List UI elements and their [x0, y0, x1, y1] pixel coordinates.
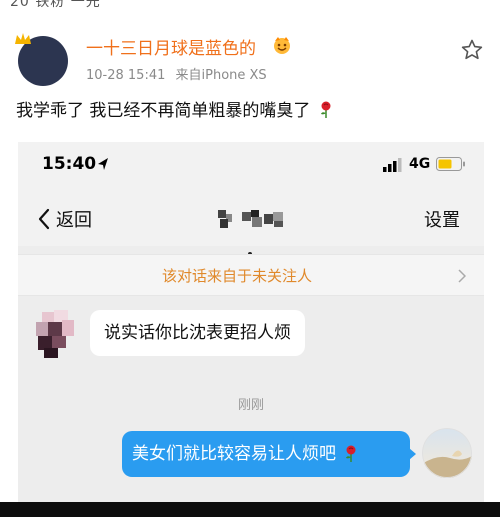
- settings-button[interactable]: 设置: [424, 206, 460, 232]
- incoming-message-bubble[interactable]: 说实话你比沈表更招人烦: [90, 310, 305, 356]
- chevron-right-icon: [458, 269, 466, 283]
- top-strip-text: 20 铁粉 一先: [10, 0, 101, 10]
- signal-icon: [383, 158, 402, 172]
- username-link[interactable]: 一十三日月球是蓝色的: [86, 34, 256, 59]
- chat-nav-bar: 返回 设置: [18, 190, 484, 246]
- network-type: 4G: [409, 156, 431, 172]
- other-user-avatar[interactable]: [32, 308, 78, 360]
- post-text: 我学乖了 我已经不再简单粗暴的嘴臭了: [16, 96, 334, 121]
- rose-emoji-icon: [346, 445, 356, 462]
- outgoing-bubble-tail: [409, 448, 416, 460]
- location-arrow-icon: [98, 158, 108, 170]
- status-time: 15:40: [42, 154, 97, 174]
- stranger-notice-bar[interactable]: 该对话来自于未关注人: [18, 254, 484, 296]
- bottom-black-bar: [0, 502, 500, 517]
- rose-emoji-icon: [320, 101, 331, 118]
- user-avatar[interactable]: [14, 32, 70, 88]
- post-text-content: 我学乖了 我已经不再简单粗暴的嘴臭了: [16, 101, 311, 121]
- user-badge-icon: [274, 37, 290, 54]
- battery-icon: [436, 157, 465, 171]
- post-timestamp: 10-28 15:41: [86, 68, 166, 83]
- post-source: 来自iPhone XS: [175, 68, 267, 83]
- back-button[interactable]: 返回: [56, 206, 92, 232]
- chat-screenshot: 15:40 4G 返回 设置 该对话来自于未关注人 说实话你比沈表更招人烦 刚刚…: [18, 142, 484, 517]
- crown-icon: [15, 33, 31, 44]
- back-chevron-icon[interactable]: [38, 208, 50, 230]
- top-cutoff-strip: 20 铁粉 一先: [0, 0, 500, 20]
- stranger-notice-text: 该对话来自于未关注人: [162, 267, 313, 285]
- post-meta: 10-28 15:41 来自iPhone XS: [86, 64, 267, 83]
- chat-time-divider: 刚刚: [237, 398, 264, 413]
- pixelated-contact-name: [218, 210, 283, 228]
- star-icon[interactable]: [460, 38, 484, 62]
- outgoing-message-bubble[interactable]: 美女们就比较容易让人烦吧: [122, 431, 410, 477]
- status-bar: 15:40 4G: [18, 142, 484, 190]
- self-avatar[interactable]: [422, 428, 472, 478]
- outgoing-message-text: 美女们就比较容易让人烦吧: [132, 444, 336, 464]
